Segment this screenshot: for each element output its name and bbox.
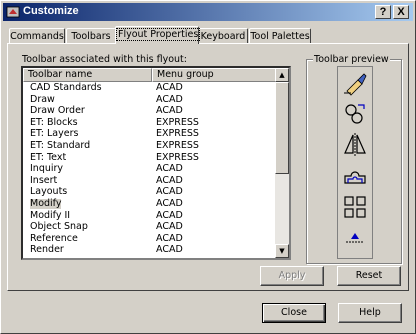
menu-group-cell: ACAD (156, 221, 183, 233)
tab-toolbars[interactable]: Toolbars (66, 28, 116, 43)
column-toolbar-name[interactable]: Toolbar name (23, 68, 152, 82)
toolbar-name-cell: Layouts (30, 186, 68, 198)
table-row[interactable]: Modify ACAD (23, 199, 277, 210)
help-title-button[interactable]: ? (375, 5, 391, 19)
app-icon (6, 6, 20, 18)
list-label: Toolbar associated with this flyout: (22, 54, 187, 65)
table-row[interactable]: Reference ACAD (23, 232, 277, 245)
menu-group-cell: ACAD (156, 186, 183, 198)
menu-group-cell: ACAD (156, 82, 183, 93)
reset-button[interactable]: Reset (337, 266, 401, 286)
toolbar-name-cell: ET: Blocks (30, 116, 78, 128)
table-row[interactable]: Draw ACAD (23, 93, 277, 106)
help-button[interactable]: Help (338, 303, 402, 323)
table-row[interactable]: ET: Standard EXPRESS (23, 141, 277, 152)
table-row[interactable]: Insert ACAD (23, 174, 277, 187)
list-scrollbar[interactable]: ▲ ▼ (275, 68, 289, 258)
toolbar-preview (337, 66, 373, 259)
toolbar-name-cell: Reference (30, 232, 78, 244)
window-title: Customize (23, 5, 79, 17)
title-bar[interactable]: Customize ? X (3, 3, 413, 21)
menu-group-cell: EXPRESS (156, 116, 199, 128)
toolbar-name-cell: Render (30, 244, 64, 256)
tab-commands[interactable]: Commands (9, 28, 65, 43)
menu-group-cell: ACAD (156, 244, 183, 256)
column-menu-group[interactable]: Menu group (152, 68, 277, 82)
toolbar-name-cell: Draw Order (30, 105, 85, 117)
toolbar-name-cell: ET: Standard (30, 140, 91, 151)
table-row[interactable]: CAD Standards ACAD (23, 83, 277, 94)
menu-group-cell: EXPRESS (156, 151, 199, 163)
apply-button[interactable]: Apply (260, 266, 324, 286)
menu-group-cell: EXPRESS (156, 140, 199, 151)
table-row[interactable]: Modify II ACAD (23, 209, 277, 222)
menu-group-cell: ACAD (156, 105, 183, 117)
tab-keyboard[interactable]: Keyboard (198, 28, 248, 43)
table-row[interactable]: ET: Text EXPRESS (23, 151, 277, 164)
menu-group-cell: ACAD (156, 198, 183, 209)
toolbar-name-cell: Modify II (30, 209, 71, 221)
scroll-up-button[interactable]: ▲ (275, 68, 289, 82)
menu-group-cell: ACAD (156, 163, 183, 175)
menu-group-cell: ACAD (156, 174, 183, 186)
table-row[interactable]: Render ACAD (23, 245, 277, 256)
toolbar-name-cell: Insert (30, 174, 58, 186)
toolbar-name-cell: CAD Standards (30, 82, 102, 93)
toolbar-name-cell: ET: Layers (30, 128, 79, 140)
toolbar-preview-label: Toolbar preview (313, 54, 390, 65)
mirror-icon (340, 131, 370, 159)
close-title-button[interactable]: X (393, 5, 409, 19)
close-button[interactable]: Close (262, 303, 326, 323)
menu-group-cell: ACAD (156, 232, 183, 244)
toolbar-name-cell: Inquiry (30, 163, 64, 175)
table-row[interactable]: ET: Blocks EXPRESS (23, 116, 277, 129)
array-icon (340, 193, 370, 221)
menu-group-cell: ACAD (156, 209, 183, 221)
offset-icon (340, 162, 370, 190)
tab-tool-palettes[interactable]: Tool Palettes (249, 28, 311, 43)
move-icon (340, 224, 370, 252)
scroll-thumb[interactable] (275, 82, 289, 174)
table-row[interactable]: Inquiry ACAD (23, 164, 277, 175)
toolbar-name-cell: ET: Text (30, 151, 67, 163)
customize-dialog: Customize ? X Commands Toolbars Flyout P… (0, 0, 416, 334)
menu-group-cell: ACAD (156, 93, 183, 105)
table-row[interactable]: ET: Layers EXPRESS (23, 129, 277, 140)
toolbar-name-cell: Object Snap (30, 221, 88, 233)
toolbar-list[interactable]: Toolbar name Menu group CAD Standards ACA… (21, 66, 291, 260)
toolbar-name-cell: Modify (30, 198, 62, 209)
toolbar-name-cell: Draw (30, 93, 55, 105)
tab-flyout-properties[interactable]: Flyout Properties (115, 26, 201, 44)
table-row[interactable]: Object Snap ACAD (23, 222, 277, 233)
scroll-down-button[interactable]: ▼ (275, 244, 289, 258)
table-row[interactable]: Layouts ACAD (23, 187, 277, 198)
menu-group-cell: EXPRESS (156, 128, 199, 140)
erase-icon (340, 69, 370, 97)
table-row[interactable]: Draw Order ACAD (23, 106, 277, 117)
copy-icon (340, 100, 370, 128)
